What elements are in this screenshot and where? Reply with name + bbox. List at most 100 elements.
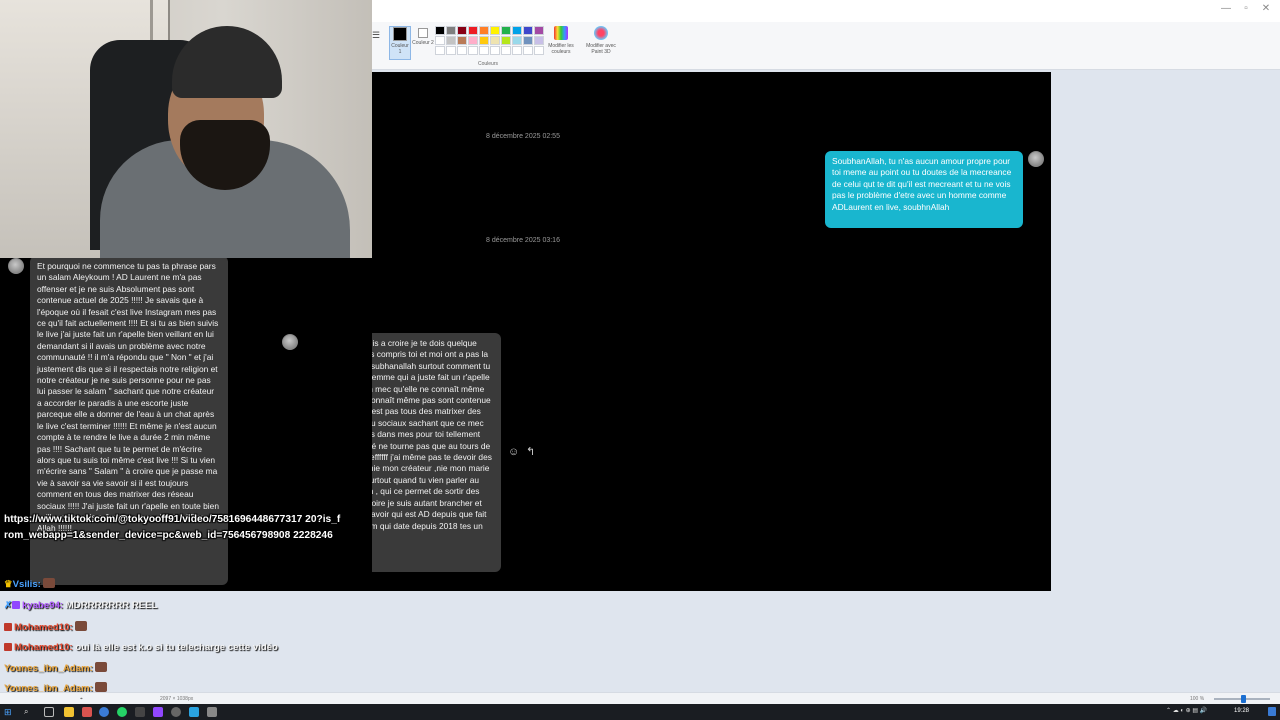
chat-line: Younes_ibn_Adam:: [4, 682, 107, 692]
app-icon-dark[interactable]: [135, 707, 145, 717]
color1-button[interactable]: Couleur 1: [389, 26, 411, 60]
paint-status-bar: ⌖ 2097 × 1038px 100 %: [0, 692, 1280, 704]
palette-swatch[interactable]: [435, 46, 445, 55]
my-avatar: [1028, 151, 1044, 167]
palette-swatch[interactable]: [457, 46, 467, 55]
ribbon-group-label: Couleurs: [477, 61, 498, 67]
palette-swatch[interactable]: [490, 46, 500, 55]
chat-user: kyabe94:: [22, 600, 64, 611]
palette-swatch[interactable]: [479, 26, 489, 35]
browser-icon[interactable]: [99, 707, 109, 717]
palette-swatch[interactable]: [501, 36, 511, 45]
chat-user: Mohamed10:: [14, 622, 73, 633]
palette-swatch[interactable]: [490, 36, 500, 45]
app-icon-red[interactable]: [82, 707, 92, 717]
task-view-icon[interactable]: [44, 707, 54, 717]
paint3d-label: Modifier avec Paint 3D: [586, 43, 616, 55]
taskbar: ⊞ ⌕ ⌃ ☁ ◐ ⊕ ▤ 🔊 19:28: [0, 704, 1280, 720]
chat-user: Vsilis:: [12, 579, 41, 590]
chat-message: oui là elle est k.o si tu telecharge cet…: [75, 642, 278, 653]
palette-swatch[interactable]: [479, 36, 489, 45]
palette-swatch[interactable]: [468, 26, 478, 35]
palette-swatch[interactable]: [457, 36, 467, 45]
chat-user: Younes_ibn_Adam:: [4, 683, 93, 692]
palette-swatch[interactable]: [446, 26, 456, 35]
chat-line: Mohamed10: oui là elle est k.o si tu tel…: [4, 642, 278, 653]
sub-badge-icon: [4, 623, 12, 631]
sub-badge-icon: [12, 601, 21, 609]
palette-swatch[interactable]: [479, 46, 489, 55]
palette-swatch[interactable]: [490, 26, 500, 35]
palette-swatch[interactable]: [523, 36, 533, 45]
close-button[interactable]: ✕: [1258, 2, 1274, 16]
paint-icon[interactable]: [207, 707, 217, 717]
search-icon[interactable]: ⌕: [24, 707, 34, 717]
palette-swatch[interactable]: [468, 36, 478, 45]
palette-swatch[interactable]: [523, 46, 533, 55]
cursor-icon: ⌖: [80, 696, 83, 702]
emote-icon: [74, 621, 87, 631]
sent-message-bubble: SoubhanAllah, tu n'as aucun amour propre…: [825, 151, 1023, 228]
chat-user: Younes_ibn_Adam:: [4, 663, 93, 674]
overlay-link: https://www.tiktok.com/@tokyooff91/video…: [4, 514, 341, 541]
palette-swatch[interactable]: [512, 26, 522, 35]
zoom-slider-thumb[interactable]: [1241, 695, 1246, 703]
chat-line: ✗ kyabe94: MDRRRRRRR REEL: [4, 600, 158, 611]
file-explorer-icon[interactable]: [64, 707, 74, 717]
paint-canvas[interactable]: 8 décembre 2025 02:55 SoubhanAllah, tu n…: [282, 72, 1051, 591]
color2-button[interactable]: Couleur 2: [412, 26, 434, 60]
palette-swatch[interactable]: [435, 36, 445, 45]
clock: 19:28: [1234, 708, 1250, 714]
received-avatar: [282, 334, 298, 350]
chat-line: ♛Vsilis:: [4, 578, 55, 590]
palette-swatch[interactable]: [446, 36, 456, 45]
date-separator-1: 8 décembre 2025 02:55: [486, 133, 560, 140]
left-avatar: [8, 258, 24, 274]
palette-swatch[interactable]: [468, 46, 478, 55]
palette-swatch[interactable]: [435, 26, 445, 35]
date-separator-2: 8 décembre 2025 03:16: [486, 237, 560, 244]
twitch-icon[interactable]: [153, 707, 163, 717]
webcam-feed: [0, 0, 372, 258]
telegram-icon[interactable]: [189, 707, 199, 717]
minimize-button[interactable]: —: [1218, 2, 1234, 16]
windows-start-icon[interactable]: ⊞: [4, 707, 14, 717]
menu-icon[interactable]: ☰: [372, 30, 380, 41]
reply-icon[interactable]: ↰: [526, 445, 535, 458]
color-wheel-icon: [554, 26, 568, 40]
paint-ribbon: ☰ Couleur 1 Couleur 2 Modifier les coule…: [372, 22, 1280, 70]
color2-label: Couleur 2: [412, 40, 434, 46]
system-tray[interactable]: ⌃ ☁ ◐ ⊕ ▤ 🔊: [1166, 707, 1207, 714]
color1-label: Couleur 1: [391, 43, 409, 55]
chat-user: Mohamed10:: [14, 642, 73, 653]
paint3d-icon: [594, 26, 608, 40]
maximize-button[interactable]: ▫: [1238, 2, 1254, 16]
palette-swatch[interactable]: [523, 26, 533, 35]
color2-swatch: [418, 28, 428, 38]
emote-icon: [42, 578, 55, 588]
palette-swatch[interactable]: [457, 26, 467, 35]
paint-title-bar: — ▫ ✕: [372, 0, 1280, 22]
palette-swatch[interactable]: [446, 46, 456, 55]
palette-swatch[interactable]: [512, 46, 522, 55]
palette-swatch[interactable]: [512, 36, 522, 45]
zoom-label: 100 %: [1190, 696, 1205, 702]
whatsapp-icon[interactable]: [117, 707, 127, 717]
canvas-size-label: 2097 × 1038px: [160, 696, 194, 702]
color-palette: [435, 26, 547, 58]
paint3d-button[interactable]: Modifier avec Paint 3D: [583, 26, 619, 55]
palette-swatch[interactable]: [501, 46, 511, 55]
chat-line: Younes_ibn_Adam:: [4, 662, 107, 674]
emote-icon: [94, 662, 107, 672]
chat-line: Mohamed10:: [4, 621, 87, 633]
edit-colors-label: Modifier les couleurs: [548, 43, 574, 55]
obs-icon[interactable]: [171, 707, 181, 717]
notifications-icon[interactable]: [1268, 707, 1276, 716]
chat-message: MDRRRRRRR REEL: [65, 600, 158, 611]
react-emoji-icon[interactable]: ☺: [508, 446, 519, 458]
color1-swatch: [393, 27, 407, 41]
emote-icon: [94, 682, 107, 692]
palette-swatch[interactable]: [501, 26, 511, 35]
edit-colors-button[interactable]: Modifier les couleurs: [543, 26, 579, 55]
sub-badge-icon: [4, 643, 12, 651]
